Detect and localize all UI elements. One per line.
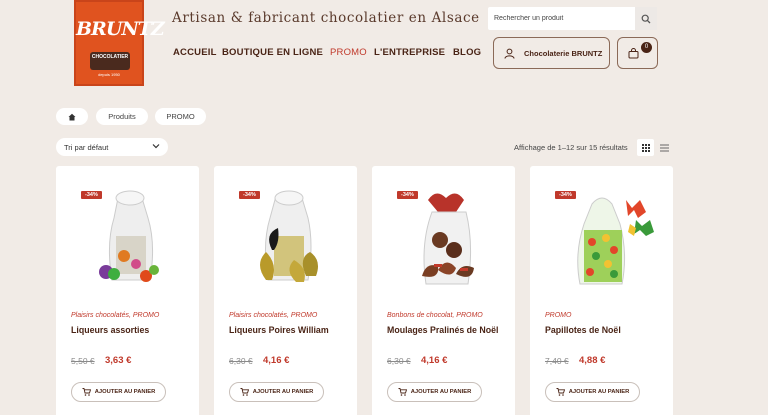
product-category[interactable]: Plaisirs chocolatés, PROMO [71,312,159,319]
product-category[interactable]: Plaisirs chocolatés, PROMO [229,312,317,319]
add-to-cart-label: AJOUTER AU PANIER [568,389,630,395]
nav-boutique-en-ligne[interactable]: BOUTIQUE EN LIGNE [222,47,323,58]
results-count: Affichage de 1–12 sur 15 résultats [514,143,628,152]
search-input[interactable] [488,7,633,30]
grid-view-button[interactable] [637,139,654,156]
add-to-cart-button[interactable]: AJOUTER AU PANIER [71,382,166,402]
nav-accueil[interactable]: ACCUEIL [173,47,217,58]
cart-button[interactable]: 0 [617,37,658,69]
product-card[interactable]: -34% PROMO Papillotes de Noël 7,40 € 4,8… [530,166,673,415]
shopping-bag-icon [628,48,639,59]
product-category[interactable]: PROMO [545,312,571,319]
nav-blog[interactable]: BLOG [453,47,481,58]
logo-badge-subtitle: depuis 1950 [98,72,120,77]
chevron-down-icon [152,144,160,149]
list-icon [660,144,669,151]
user-icon [504,48,515,59]
breadcrumb-promo[interactable]: PROMO [155,108,206,125]
product-name[interactable]: Papillotes de Noël [545,324,663,336]
site-tagline: Artisan & fabricant chocolatier en Alsac… [172,10,480,26]
bruntz-logo[interactable]: BRUNTZ CHOCOLATIER depuis 1950 [74,0,165,86]
logo-wordmark: BRUNTZ [76,18,165,40]
sale-price: 3,63 € [105,355,132,366]
cart-icon [556,388,565,396]
cart-icon [398,388,407,396]
account-label: Chocolaterie BRUNTZ [524,48,603,58]
product-name[interactable]: Liqueurs assorties [71,324,189,336]
discount-badge: -34% [81,191,102,199]
search-button[interactable] [635,7,657,30]
sort-label: Tri par défaut [64,142,109,152]
add-to-cart-label: AJOUTER AU PANIER [410,389,472,395]
breadcrumb-produits[interactable]: Produits [96,108,148,125]
nav-promo[interactable]: PROMO [330,47,367,58]
old-price: 6,30 € [229,356,253,366]
product-card[interactable]: -34% Plaisirs chocolatés, PROMO Liqueurs… [56,166,199,415]
old-price: 6,30 € [387,356,411,366]
logo-badge-text: CHOCOLATIER [91,54,129,60]
discount-badge: -34% [397,191,418,199]
product-card[interactable]: -34% Bonbons de chocolat, PROMO Moulages… [372,166,515,415]
cart-icon [82,388,91,396]
breadcrumb-home[interactable] [56,108,88,125]
product-category[interactable]: Bonbons de chocolat, PROMO [387,312,483,319]
nav-entreprise[interactable]: L'ENTREPRISE [374,47,445,58]
add-to-cart-label: AJOUTER AU PANIER [252,389,314,395]
product-image [99,190,159,282]
add-to-cart-button[interactable]: AJOUTER AU PANIER [387,382,482,402]
sale-price: 4,88 € [579,355,606,366]
cart-count-badge: 0 [641,42,652,53]
discount-badge: -34% [555,191,576,199]
product-image [577,197,654,285]
add-to-cart-button[interactable]: AJOUTER AU PANIER [545,382,640,402]
sort-select[interactable]: Tri par défaut [56,138,168,156]
product-name[interactable]: Moulages Pralinés de Noël [387,324,505,336]
list-view-button[interactable] [656,139,673,156]
home-icon [68,113,76,120]
sale-price: 4,16 € [263,355,290,366]
old-price: 7,40 € [545,356,569,366]
search-icon [641,14,651,23]
product-image [422,193,474,285]
sale-price: 4,16 € [421,355,448,366]
cart-icon [240,388,249,396]
grid-icon [641,143,650,152]
add-to-cart-button[interactable]: AJOUTER AU PANIER [229,382,324,402]
account-button[interactable]: Chocolaterie BRUNTZ [493,37,610,69]
search-bar [488,7,657,30]
product-name[interactable]: Liqueurs Poires William [229,324,347,336]
logo-badge: CHOCOLATIER [90,52,130,70]
old-price: 5,50 € [71,356,95,366]
product-card[interactable]: -34% Plaisirs chocolatés, PROMO Liqueurs… [214,166,357,415]
product-image [260,190,318,282]
discount-badge: -34% [239,191,260,199]
add-to-cart-label: AJOUTER AU PANIER [94,389,156,395]
